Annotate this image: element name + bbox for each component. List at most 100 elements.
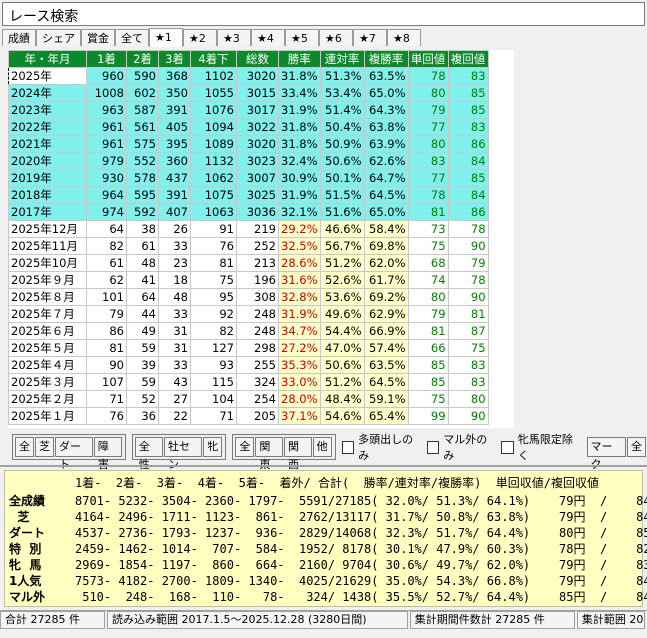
summary-row-label: 全成績 — [9, 494, 46, 508]
table-cell: 53.6% — [319, 288, 365, 306]
table-row[interactable]: 2023年 963 587 391 1076 3017 31.9% 51.4% 64.3% 79 8… — [8, 101, 489, 119]
tab-8[interactable]: ★5 — [285, 29, 319, 46]
tab-3[interactable]: 全て — [115, 29, 149, 46]
table-row[interactable]: 2025年３月 107 59 43 115 324 33.0% 51.2% 64.5% 85 83 — [8, 373, 489, 391]
table-cell: 27 — [158, 390, 191, 408]
table-row[interactable]: 2022年 961 561 405 1094 3022 31.8% 50.4% 63.8% 77 8… — [8, 118, 489, 136]
tab-10[interactable]: ★7 — [353, 29, 387, 46]
table-row[interactable]: 2025年11月 82 61 33 76 252 32.5% 56.7% 69.8% 75 90 — [8, 237, 489, 255]
region-button-0[interactable]: 全 — [235, 437, 255, 457]
table-cell: 86 — [447, 203, 489, 221]
table-row[interactable]: 2025年６月 86 49 31 82 248 34.7% 54.4% 66.9% 81 87 — [8, 322, 489, 340]
window-title-bar: レース検索 — [2, 2, 645, 26]
surface-button-3[interactable]: 障害 — [93, 437, 122, 471]
table-cell: 308 — [236, 288, 279, 306]
column-header[interactable]: 勝率 — [278, 50, 321, 68]
column-header[interactable]: 複回値 — [447, 50, 489, 68]
exclude-mares-checkbox[interactable]: 牝馬限定除く — [501, 431, 580, 463]
region-button-3[interactable]: 他 — [312, 437, 332, 457]
table-row[interactable]: 2025年４月 90 39 33 93 255 35.3% 50.6% 63.5% 85 83 — [8, 356, 489, 374]
table-row[interactable]: 2025年９月 62 41 18 75 196 31.6% 52.6% 61.7% 74 78 — [8, 271, 489, 289]
table-cell: 83 — [407, 152, 449, 170]
column-header[interactable]: 複勝率 — [363, 50, 409, 68]
table-row[interactable]: 2019年 930 578 437 1062 3007 30.9% 50.1% 64.7% 77 8… — [8, 169, 489, 187]
column-header[interactable]: 1着 — [86, 50, 127, 68]
multi-entry-checkbox[interactable]: 多頭出しのみ — [341, 431, 421, 463]
table-cell: 64.5% — [363, 373, 409, 391]
column-header[interactable]: 4着下 — [190, 50, 237, 68]
table-cell: 51.4% — [319, 101, 365, 119]
column-header[interactable]: 年・年月 — [8, 50, 87, 68]
table-cell: 3022 — [236, 118, 279, 136]
table-cell: 252 — [236, 237, 279, 255]
tab-1[interactable]: シェア — [36, 29, 81, 46]
table-cell: 76 — [86, 407, 127, 425]
table-cell: 64.3% — [363, 101, 409, 119]
column-header[interactable]: 連対率 — [319, 50, 365, 68]
tab-5[interactable]: ★2 — [183, 29, 217, 46]
column-header[interactable]: 3着 — [158, 50, 191, 68]
table-cell: 974 — [86, 203, 127, 221]
sex-button-0[interactable]: 全性 — [134, 437, 163, 471]
column-header[interactable]: 総数 — [236, 50, 279, 68]
table-row[interactable]: 2017年 974 592 407 1063 3036 32.1% 51.6% 65.0% 81 8… — [8, 203, 489, 221]
table-cell: 395 — [158, 135, 191, 153]
surface-button-0[interactable]: 全 — [15, 437, 34, 457]
all-button[interactable]: 全 — [627, 437, 646, 457]
table-row[interactable]: 2020年 979 552 360 1132 3023 32.4% 50.6% 62.6% 83 8… — [8, 152, 489, 170]
sex-button-1[interactable]: 牡セン — [164, 437, 203, 471]
table-cell: 1062 — [190, 169, 237, 187]
table-row[interactable]: 2025年７月 79 44 33 92 248 31.9% 49.6% 62.9% 79 81 — [8, 305, 489, 323]
checkbox-box[interactable] — [341, 440, 355, 454]
table-row[interactable]: 2025年８月 101 64 48 95 308 32.8% 53.6% 69.2% 80 90 — [8, 288, 489, 306]
tab-4[interactable]: ★1 — [149, 28, 183, 47]
table-cell: 964 — [86, 186, 127, 204]
table-cell: 3017 — [236, 101, 279, 119]
checkbox-box[interactable] — [426, 440, 440, 454]
table-row[interactable]: 2025年12月 64 38 26 91 219 29.2% 46.6% 58.4% 73 78 — [8, 220, 489, 238]
table-cell: 31.9% — [278, 186, 321, 204]
table-cell: 63.9% — [363, 135, 409, 153]
table-row[interactable]: 2025年10月 61 48 23 81 213 28.6% 51.2% 62.0% 68 79 — [8, 254, 489, 272]
tab-6[interactable]: ★3 — [217, 29, 251, 46]
column-header[interactable]: 単回値 — [407, 50, 449, 68]
splitter[interactable] — [0, 465, 647, 467]
table-cell: 2023年 — [8, 101, 87, 119]
region-button-1[interactable]: 関東 — [255, 437, 284, 471]
results-grid[interactable]: 年・年月 1着 2着 3着 4着下 総数 勝率 連対率 複勝率 単回値 複回値 2025年 960 59… — [8, 50, 514, 428]
table-cell: 83 — [447, 373, 489, 391]
table-row[interactable]: 2025年１月 76 36 22 71 205 37.1% 54.6% 65.4% 99 90 — [8, 407, 489, 425]
table-cell: 961 — [86, 118, 127, 136]
table-cell: 2024年 — [8, 84, 87, 102]
tab-7[interactable]: ★4 — [251, 29, 285, 46]
table-row[interactable]: 2021年 961 575 395 1089 3020 31.8% 50.9% 63.9% 80 8… — [8, 135, 489, 153]
region-button-2[interactable]: 関西 — [284, 437, 312, 471]
surface-button-2[interactable]: ダート — [55, 437, 93, 471]
surface-button-1[interactable]: 芝 — [35, 437, 54, 457]
mark-button[interactable]: マーク — [586, 437, 626, 471]
checkbox-box[interactable] — [501, 440, 514, 454]
table-cell: 595 — [126, 186, 159, 204]
table-cell: 44 — [126, 305, 159, 323]
foreign-only-checkbox[interactable]: マル外のみ — [426, 431, 496, 463]
table-cell: 87 — [447, 322, 489, 340]
table-row[interactable]: 2018年 964 595 391 1075 3025 31.9% 51.5% 64.5% 78 8… — [8, 186, 489, 204]
tab-11[interactable]: ★8 — [387, 29, 421, 46]
table-cell: 76 — [190, 237, 237, 255]
table-cell: 31.9% — [278, 305, 321, 323]
column-header[interactable]: 2着 — [126, 50, 159, 68]
table-row[interactable]: 2025年 960 590 368 1102 3020 31.8% 51.3% 63.5% 78 8… — [8, 67, 489, 85]
table-row[interactable]: 2025年２月 71 52 27 104 254 28.0% 48.4% 59.1% 75 80 — [8, 390, 489, 408]
table-row[interactable]: 2025年５月 81 59 31 127 298 27.2% 47.0% 57.4% 66 75 — [8, 339, 489, 357]
tab-0[interactable]: 成績 — [2, 29, 36, 46]
table-cell: 79 — [407, 101, 449, 119]
table-cell: 2025年６月 — [8, 322, 87, 340]
table-row[interactable]: 2024年 1008 602 350 1055 3015 33.4% 53.4% 65.0% 80… — [8, 84, 489, 102]
table-cell: 31.8% — [278, 118, 321, 136]
sex-button-2[interactable]: 牝 — [203, 437, 223, 457]
summary-row-values: 7573- 4182- 2700- 1809- 1340- 4025/21629… — [75, 574, 647, 588]
tab-2[interactable]: 賞金 — [81, 29, 115, 46]
table-cell: 78 — [407, 67, 449, 85]
tab-9[interactable]: ★6 — [319, 29, 353, 46]
table-cell: 31 — [158, 322, 191, 340]
